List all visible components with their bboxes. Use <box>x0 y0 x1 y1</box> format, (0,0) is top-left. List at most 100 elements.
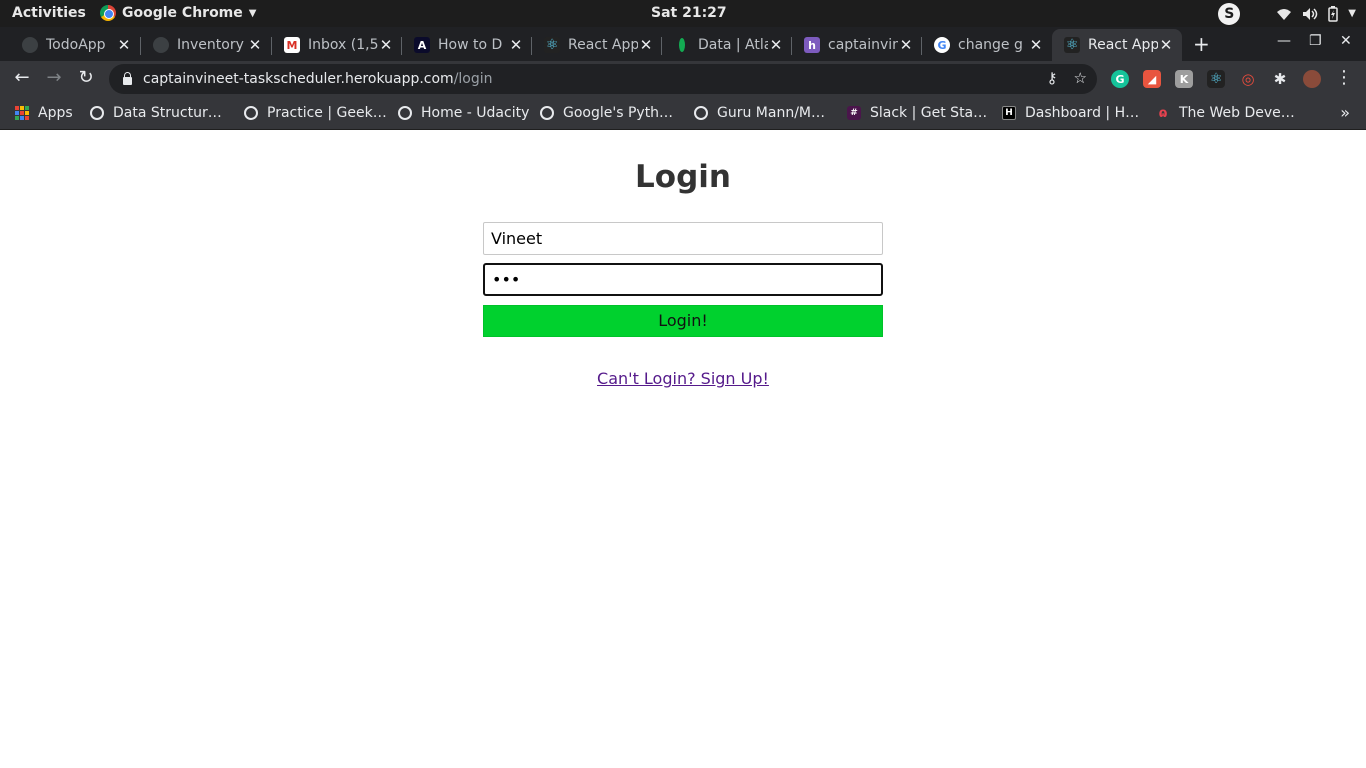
system-menu-chevron-icon[interactable]: ▼ <box>1348 8 1356 19</box>
reload-icon[interactable]: ↻ <box>74 67 98 88</box>
star-bookmark-icon[interactable]: ☆ <box>1074 69 1087 87</box>
close-icon[interactable]: ✕ <box>768 36 784 54</box>
tab-inventory[interactable]: Inventory ✕ <box>141 29 271 61</box>
close-icon[interactable]: ✕ <box>1028 36 1044 54</box>
globe-icon <box>244 106 258 120</box>
page-title: Login <box>635 159 731 195</box>
url-host: captainvineet-taskscheduler.herokuapp.co… <box>143 71 454 87</box>
tab-strip: TodoApp ✕ Inventory ✕ M Inbox (1,5 ✕ A H… <box>0 27 1366 61</box>
activities-button[interactable]: Activities <box>12 5 86 21</box>
close-icon[interactable]: ✕ <box>247 36 263 54</box>
new-tab-button[interactable]: + <box>1193 32 1210 56</box>
url-path: /login <box>453 71 493 87</box>
login-button[interactable]: Login! <box>483 305 883 337</box>
restore-icon[interactable]: ❐ <box>1309 33 1322 49</box>
close-icon[interactable]: ✕ <box>638 36 654 54</box>
bookmark-practice-geeks[interactable]: Practice | Geek… <box>244 103 387 123</box>
google-icon: G <box>934 37 950 53</box>
heroku-icon: h <box>804 37 820 53</box>
signup-link-wrapper: Can't Login? Sign Up! <box>0 369 1366 388</box>
signup-link[interactable]: Can't Login? Sign Up! <box>597 369 769 388</box>
tab-title: captainvin <box>828 37 898 53</box>
react-icon: ⚛ <box>544 37 560 53</box>
volume-icon <box>1303 7 1318 20</box>
bookmark-label: Apps <box>38 105 73 121</box>
bookmark-label: Google's Pyth… <box>563 105 674 121</box>
bookmark-guru-mann[interactable]: Guru Mann/M… <box>694 103 825 123</box>
extension-k-icon[interactable]: K <box>1175 70 1193 88</box>
tab-captainvineet[interactable]: h captainvin ✕ <box>792 29 922 61</box>
globe-icon <box>90 106 104 120</box>
tab-data-atlas[interactable]: Data | Atla ✕ <box>662 29 792 61</box>
key-icon[interactable]: ⚷ <box>1047 69 1058 87</box>
bookmark-dashboard[interactable]: H Dashboard | H… <box>1002 103 1139 123</box>
forward-arrow-icon[interactable]: → <box>42 67 66 88</box>
bookmarks-bar: Apps Data Structur… Practice | Geek… Hom… <box>0 97 1366 130</box>
system-top-bar: Activities Google Chrome ▼ Sat 21:27 S ▼ <box>0 0 1366 27</box>
tab-title: Inventory <box>177 37 244 53</box>
chevron-down-icon: ▼ <box>248 7 257 19</box>
bookmark-data-structures[interactable]: Data Structur… <box>90 103 222 123</box>
kebab-menu-icon[interactable]: ⋮ <box>1332 67 1356 88</box>
skype-indicator-icon[interactable]: S <box>1218 2 1241 25</box>
extension-swirl-icon[interactable]: ◎ <box>1239 70 1257 88</box>
bookmark-udacity[interactable]: Home - Udacity <box>398 103 529 123</box>
bookmark-apps[interactable]: Apps <box>15 103 73 123</box>
address-bar[interactable]: captainvineet-taskscheduler.herokuapp.co… <box>109 64 1097 94</box>
tab-title: Inbox (1,5 <box>308 37 378 53</box>
bookmark-label: Home - Udacity <box>421 105 530 121</box>
window-close-icon[interactable]: ✕ <box>1340 33 1352 49</box>
clock[interactable]: Sat 21:27 <box>651 5 727 21</box>
system-tray[interactable]: S ▼ <box>1218 2 1356 25</box>
close-icon[interactable]: ✕ <box>508 36 524 54</box>
more-bookmarks-icon[interactable]: » <box>1340 103 1350 122</box>
globe-icon <box>694 106 708 120</box>
tab-react-app-active[interactable]: ⚛ React App ✕ <box>1052 29 1182 61</box>
mongodb-leaf-icon <box>674 37 690 53</box>
close-icon[interactable]: ✕ <box>1158 36 1174 54</box>
grammarly-icon[interactable]: G <box>1111 70 1129 88</box>
tab-react-app[interactable]: ⚛ React App ✕ <box>532 29 662 61</box>
back-arrow-icon[interactable]: ← <box>10 67 34 88</box>
bookmark-label: Slack | Get Sta… <box>870 105 988 121</box>
page-content: Login Login! Can't Login? Sign Up! <box>0 131 1366 768</box>
app-menu[interactable]: Google Chrome ▼ <box>100 5 256 21</box>
bookmark-web-developer[interactable]: ɷ The Web Deve… <box>1156 103 1295 123</box>
tab-title: React App <box>568 37 638 53</box>
bookmark-google-python[interactable]: Google's Pyth… <box>540 103 673 123</box>
password-input[interactable] <box>483 263 883 296</box>
extension-icon[interactable]: ◢ <box>1143 70 1161 88</box>
tab-title: Data | Atla <box>698 37 768 53</box>
tab-inbox[interactable]: M Inbox (1,5 ✕ <box>272 29 402 61</box>
react-devtools-icon[interactable]: ⚛ <box>1207 70 1225 88</box>
wifi-icon <box>1277 8 1292 20</box>
username-input[interactable] <box>483 222 883 255</box>
tab-change-git[interactable]: G change g ✕ <box>922 29 1052 61</box>
github-icon <box>22 37 38 53</box>
bookmark-label: Guru Mann/M… <box>717 105 826 121</box>
close-icon[interactable]: ✕ <box>378 36 394 54</box>
webdev-icon: ɷ <box>1158 105 1168 121</box>
browser-toolbar: ← → ↻ captainvineet-taskscheduler.heroku… <box>0 61 1366 97</box>
close-icon[interactable]: ✕ <box>898 36 914 54</box>
globe-icon <box>540 106 554 120</box>
bookmark-label: Dashboard | H… <box>1025 105 1140 121</box>
app-menu-label: Google Chrome <box>122 5 243 21</box>
battery-icon <box>1328 5 1339 22</box>
github-icon <box>153 37 169 53</box>
tab-todoapp[interactable]: TodoApp ✕ <box>10 29 140 61</box>
tab-title: TodoApp <box>46 37 106 53</box>
lock-icon[interactable] <box>123 71 132 85</box>
chrome-logo-icon <box>100 5 116 21</box>
angular-icon: A <box>414 37 430 53</box>
bookmark-slack[interactable]: # Slack | Get Sta… <box>847 103 987 123</box>
gmail-icon: M <box>284 37 300 53</box>
avatar[interactable] <box>1303 70 1321 88</box>
omnibox-actions: ⚷ ☆ <box>1047 69 1087 87</box>
close-icon[interactable]: ✕ <box>116 36 132 54</box>
slack-icon: # <box>847 106 861 120</box>
bookmark-label: Data Structur… <box>113 105 222 121</box>
tab-how-to[interactable]: A How to D ✕ <box>402 29 532 61</box>
minimize-icon[interactable]: — <box>1277 33 1291 49</box>
puzzle-extensions-icon[interactable]: ✱ <box>1271 70 1289 88</box>
